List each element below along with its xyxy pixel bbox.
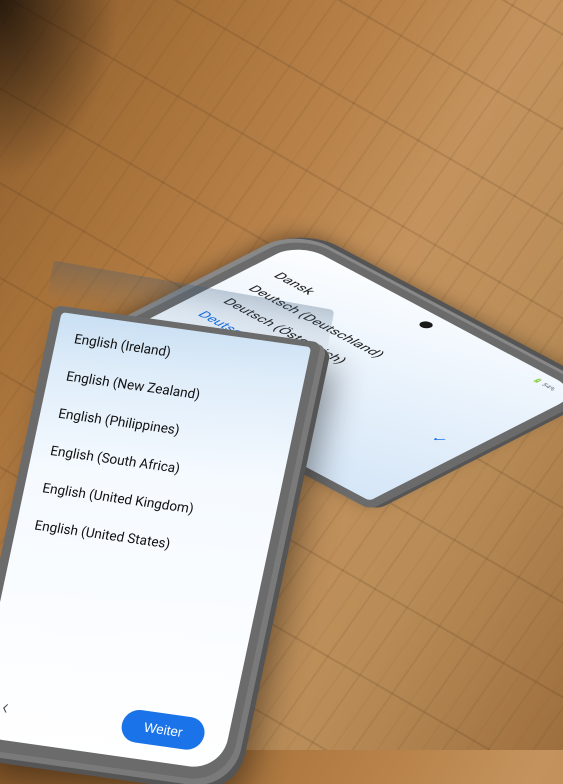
language-option-english-gb[interactable]: English (United Kingdom): [39, 470, 261, 537]
language-option-english-in[interactable]: English (India): [87, 358, 356, 500]
checkmark-icon: ✓: [427, 434, 450, 446]
shadow-corner: [0, 0, 120, 180]
language-option-english-nz[interactable]: English (New Zealand): [62, 358, 284, 425]
language-option-deutsch-ch[interactable]: Deutsch (Schweiz) ✓: [188, 306, 457, 448]
language-option-dansk[interactable]: Dansk: [264, 268, 533, 410]
hinge-shadow: [47, 261, 335, 350]
language-option-english-ie[interactable]: English (Ireland): [70, 321, 292, 388]
language-option-eesti[interactable]: Eesti: [163, 319, 432, 461]
battery-indicator: 🔋 54%: [530, 377, 557, 391]
bottom-screen: English (Ireland) English (New Zealand) …: [0, 312, 311, 771]
navigation-bar: ‹ Weiter: [0, 682, 215, 754]
language-option-deutsch-de[interactable]: Deutsch (Deutschland): [239, 281, 508, 423]
language-option-english-ca[interactable]: English (Canada): [112, 345, 381, 487]
back-button[interactable]: ‹: [0, 695, 11, 720]
language-option-english-au[interactable]: English (Australia): [137, 332, 406, 474]
wood-table-background: [0, 0, 563, 750]
phone-bottom-half: English (Ireland) English (New Zealand) …: [0, 305, 321, 784]
language-option-deutsch-at[interactable]: Deutsch (Österreich): [213, 294, 482, 436]
punch-hole-camera: [417, 320, 436, 330]
language-list[interactable]: English (Ireland) English (New Zealand) …: [1, 321, 292, 713]
phone-top-half: 🔋 54% Dansk Deutsch (Deutschland) Deutsc…: [70, 234, 563, 510]
language-option-english-ph[interactable]: English (Philippines): [54, 395, 276, 462]
foldable-phone: 🔋 54% Dansk Deutsch (Deutschland) Deutsc…: [20, 40, 540, 740]
continue-button[interactable]: Weiter: [119, 708, 208, 752]
language-option-english-za[interactable]: English (South Africa): [47, 432, 269, 499]
language-option-english-us[interactable]: English (United States): [31, 507, 253, 574]
top-screen: 🔋 54% Dansk Deutsch (Deutschland) Deutsc…: [87, 242, 563, 500]
